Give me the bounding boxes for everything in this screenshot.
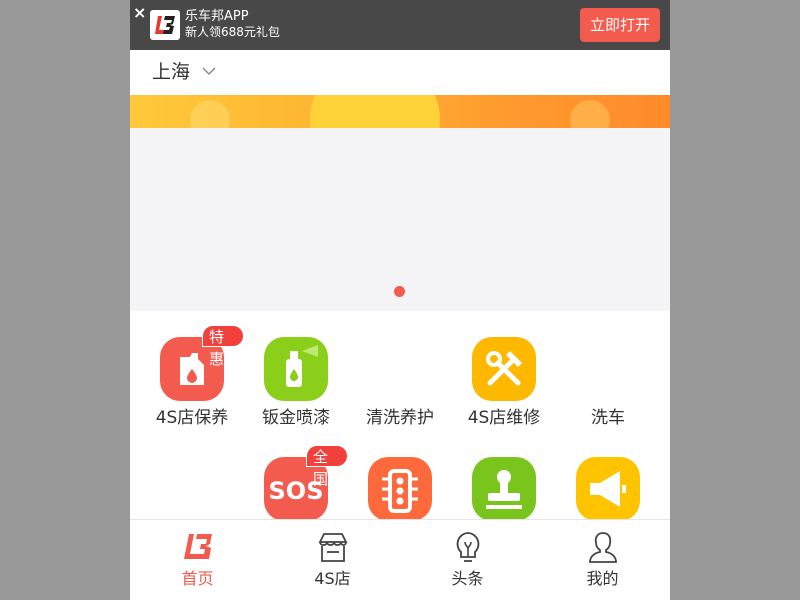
lightbulb-icon: [456, 532, 480, 562]
tab-label: 4S店: [314, 569, 351, 588]
bottom-tab-bar: 首页 4S店 头条 我的: [130, 519, 670, 600]
service-body-paint[interactable]: 钣金喷漆: [244, 311, 348, 428]
nationwide-tag: 全国: [306, 445, 348, 488]
open-app-button[interactable]: 立即打开: [580, 8, 660, 42]
service-cleaning-care[interactable]: 清洗养护: [348, 311, 452, 428]
app-name: 乐车邦APP: [185, 9, 249, 24]
close-icon[interactable]: ×: [133, 5, 147, 21]
service-label: 4S店维修: [467, 408, 541, 428]
chevron-down-icon[interactable]: [202, 66, 216, 76]
promo-banner-image[interactable]: [130, 95, 670, 128]
app-logo-icon: [150, 10, 180, 40]
service-car-wash[interactable]: 洗车: [556, 311, 660, 428]
tools-icon: [472, 337, 536, 401]
tab-profile[interactable]: 我的: [535, 520, 670, 600]
user-icon: [589, 532, 617, 563]
service-label: 清洗养护: [366, 408, 434, 428]
tab-label: 头条: [451, 569, 484, 588]
app-promo-text: 新人领688元礼包: [185, 25, 280, 39]
tab-headlines[interactable]: 头条: [400, 520, 535, 600]
service-label: 钣金喷漆: [262, 408, 330, 428]
phone-screen: × 乐车邦APP 新人领688元礼包 立即打开 上海 特惠 4S店保养 钣金喷漆…: [130, 0, 670, 600]
app-download-banner: × 乐车邦APP 新人领688元礼包 立即打开: [130, 0, 670, 50]
store-icon: [318, 533, 348, 562]
tab-4s-store[interactable]: 4S店: [265, 520, 400, 600]
service-4s-maintenance[interactable]: 特惠 4S店保养: [140, 311, 244, 428]
carousel[interactable]: [130, 128, 670, 311]
service-label: 洗车: [591, 408, 625, 428]
city-selector[interactable]: 上海: [152, 60, 190, 84]
stamp-icon: [472, 457, 536, 521]
megaphone-icon: [576, 457, 640, 521]
promo-tag: 特惠: [202, 325, 244, 368]
carousel-dot-active[interactable]: [394, 286, 405, 297]
spray-can-icon: [264, 337, 328, 401]
traffic-light-icon: [368, 457, 432, 521]
service-label: 4S店保养: [155, 408, 229, 428]
tab-home[interactable]: 首页: [130, 520, 265, 600]
tab-label: 首页: [181, 569, 214, 588]
service-4s-repair[interactable]: 4S店维修: [452, 311, 556, 428]
tab-label: 我的: [586, 569, 619, 588]
city-header: 上海: [130, 50, 670, 95]
home-logo-icon: [184, 534, 212, 559]
